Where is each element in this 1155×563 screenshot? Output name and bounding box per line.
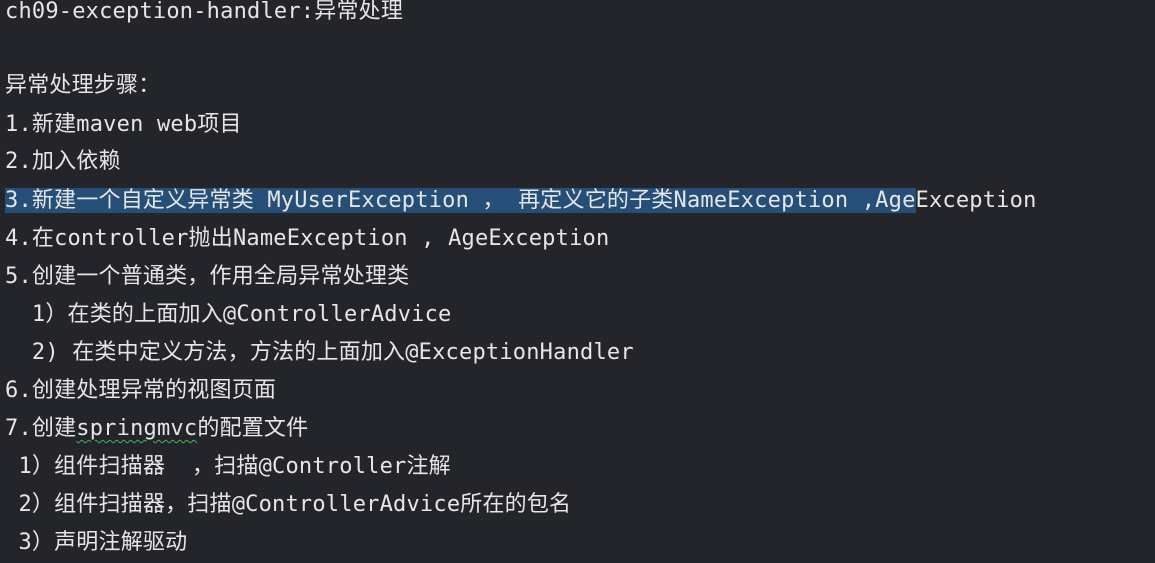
line-step-7-1: 1）组件扫描器 ，扫描@Controller注解 (5, 454, 451, 479)
line-step-4: 4.在controller抛出NameException , AgeExcept… (5, 226, 610, 251)
step-7-suffix: 的配置文件 (197, 416, 309, 441)
line-step-5-2: 2) 在类中定义方法，方法的上面加入@ExceptionHandler (5, 340, 634, 365)
selected-text: 3.新建一个自定义异常类 MyUserException ， 再定义它的子类Na… (5, 188, 916, 213)
line-step-3: 3.新建一个自定义异常类 MyUserException ， 再定义它的子类Na… (5, 185, 1037, 217)
line-step-7-3: 3）声明注解驱动 (5, 530, 188, 555)
unselected-text: Exception (915, 188, 1037, 213)
line-step-6: 6.创建处理异常的视图页面 (5, 378, 277, 403)
line-step-5-1: 1）在类的上面加入@ControllerAdvice (5, 302, 452, 327)
line-step-7: 7.创建springmvc的配置文件 (5, 413, 308, 445)
spellcheck-word: springmvc (76, 416, 198, 441)
line-step-5: 5.创建一个普通类，作用全局异常处理类 (5, 264, 410, 289)
text-editor[interactable]: ch09-exception-handler:异常处理 异常处理步骤： 1.新建… (0, 0, 1155, 563)
line-steps-header: 异常处理步骤： (5, 73, 161, 98)
step-7-prefix: 7.创建 (5, 416, 77, 441)
line-step-2: 2.加入依赖 (5, 149, 121, 174)
line-step-1: 1.新建maven web项目 (5, 112, 242, 137)
line-title: ch09-exception-handler:异常处理 (5, 0, 404, 24)
line-step-7-2: 2）组件扫描器，扫描@ControllerAdvice所在的包名 (5, 492, 572, 517)
